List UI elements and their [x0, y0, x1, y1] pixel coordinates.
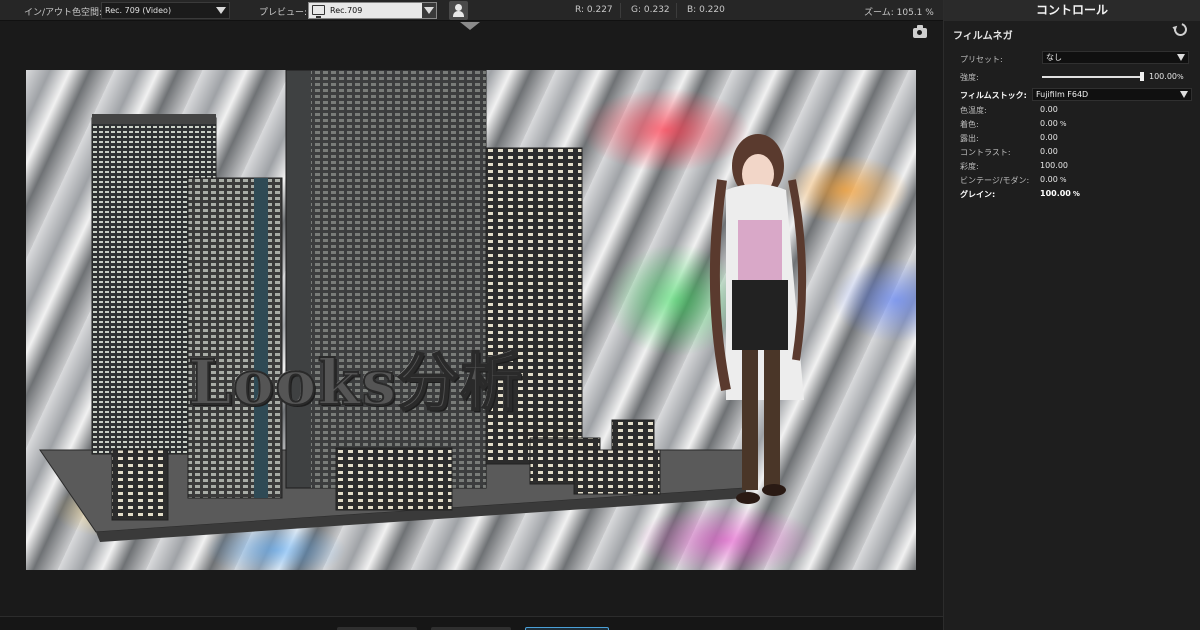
- person-toggle-button[interactable]: [449, 1, 468, 20]
- param-label: グレイン:: [960, 190, 996, 199]
- control-panel: コントロール フィルムネガ プリセット: なし 強度: 100.00% フィルム…: [943, 0, 1200, 630]
- inout-colorspace-dropdown[interactable]: Rec. 709 (Video): [101, 2, 230, 19]
- param-value[interactable]: 0.00: [1040, 105, 1060, 114]
- param-label: ビンテージ/モダン:: [960, 176, 1030, 185]
- preset-dropdown[interactable]: なし: [1042, 51, 1189, 64]
- preview-viewport[interactable]: Looks分析: [26, 70, 916, 570]
- strength-label: 強度:: [960, 73, 979, 82]
- param-value[interactable]: 0.00%: [1040, 119, 1066, 128]
- preview-toolbar: イン/アウト色空間: Rec. 709 (Video) プレビュー: Rec.7…: [0, 0, 943, 21]
- preview-label: プレビュー:: [259, 8, 308, 18]
- param-value[interactable]: 100.00%: [1040, 189, 1080, 198]
- param-label: 着色:: [960, 120, 979, 129]
- chevron-down-icon: [216, 7, 226, 14]
- toolbar-collapse-handle[interactable]: [460, 22, 480, 30]
- preview-colorspace-dropdown[interactable]: Rec.709: [308, 2, 437, 19]
- strength-slider-fill: [1042, 76, 1142, 78]
- preset-value: なし: [1046, 53, 1062, 62]
- zoom-readout: ズーム: 105.1 %: [864, 8, 934, 18]
- r-readout: R: 0.227: [575, 5, 613, 15]
- bottom-bar: [0, 616, 943, 630]
- film-stock-label: フィルムストック:: [960, 91, 1027, 100]
- preview-image: [39, 70, 807, 542]
- character-illustration: [709, 134, 807, 504]
- param-label: 露出:: [960, 134, 979, 143]
- param-label: コントラスト:: [960, 148, 1011, 157]
- strength-slider[interactable]: [1042, 76, 1142, 78]
- param-value[interactable]: 0.00%: [1040, 175, 1066, 184]
- person-icon: [455, 4, 462, 11]
- preset-label: プリセット:: [960, 55, 1003, 64]
- param-value[interactable]: 100.00: [1040, 161, 1070, 170]
- preview-title-text: Looks分析: [187, 345, 524, 420]
- param-value[interactable]: 0.00: [1040, 133, 1060, 142]
- strength-value[interactable]: 100.00%: [1149, 72, 1184, 81]
- strength-slider-thumb[interactable]: [1140, 72, 1144, 81]
- film-negative-section-title: フィルムネガ: [953, 31, 1013, 42]
- chevron-down-icon: [1177, 54, 1185, 61]
- camera-icon[interactable]: [913, 25, 927, 38]
- film-stock-dropdown[interactable]: Fujifilm F64D: [1032, 88, 1192, 101]
- film-stock-value: Fujifilm F64D: [1036, 90, 1089, 99]
- param-value[interactable]: 0.00: [1040, 147, 1060, 156]
- chevron-down-icon: [1180, 91, 1188, 98]
- preview-colorspace-value: Rec.709: [330, 6, 363, 15]
- param-label: 色温度:: [960, 106, 987, 115]
- reset-icon[interactable]: [1171, 20, 1190, 39]
- param-label: 彩度:: [960, 162, 979, 171]
- chevron-down-icon: [422, 3, 436, 18]
- inout-colorspace-value: Rec. 709 (Video): [105, 6, 172, 15]
- g-readout: G: 0.232: [631, 5, 670, 15]
- inout-colorspace-label: イン/アウト色空間:: [24, 8, 103, 18]
- monitor-icon: [312, 5, 325, 18]
- panel-header: コントロール: [944, 0, 1200, 21]
- b-readout: B: 0.220: [687, 5, 725, 15]
